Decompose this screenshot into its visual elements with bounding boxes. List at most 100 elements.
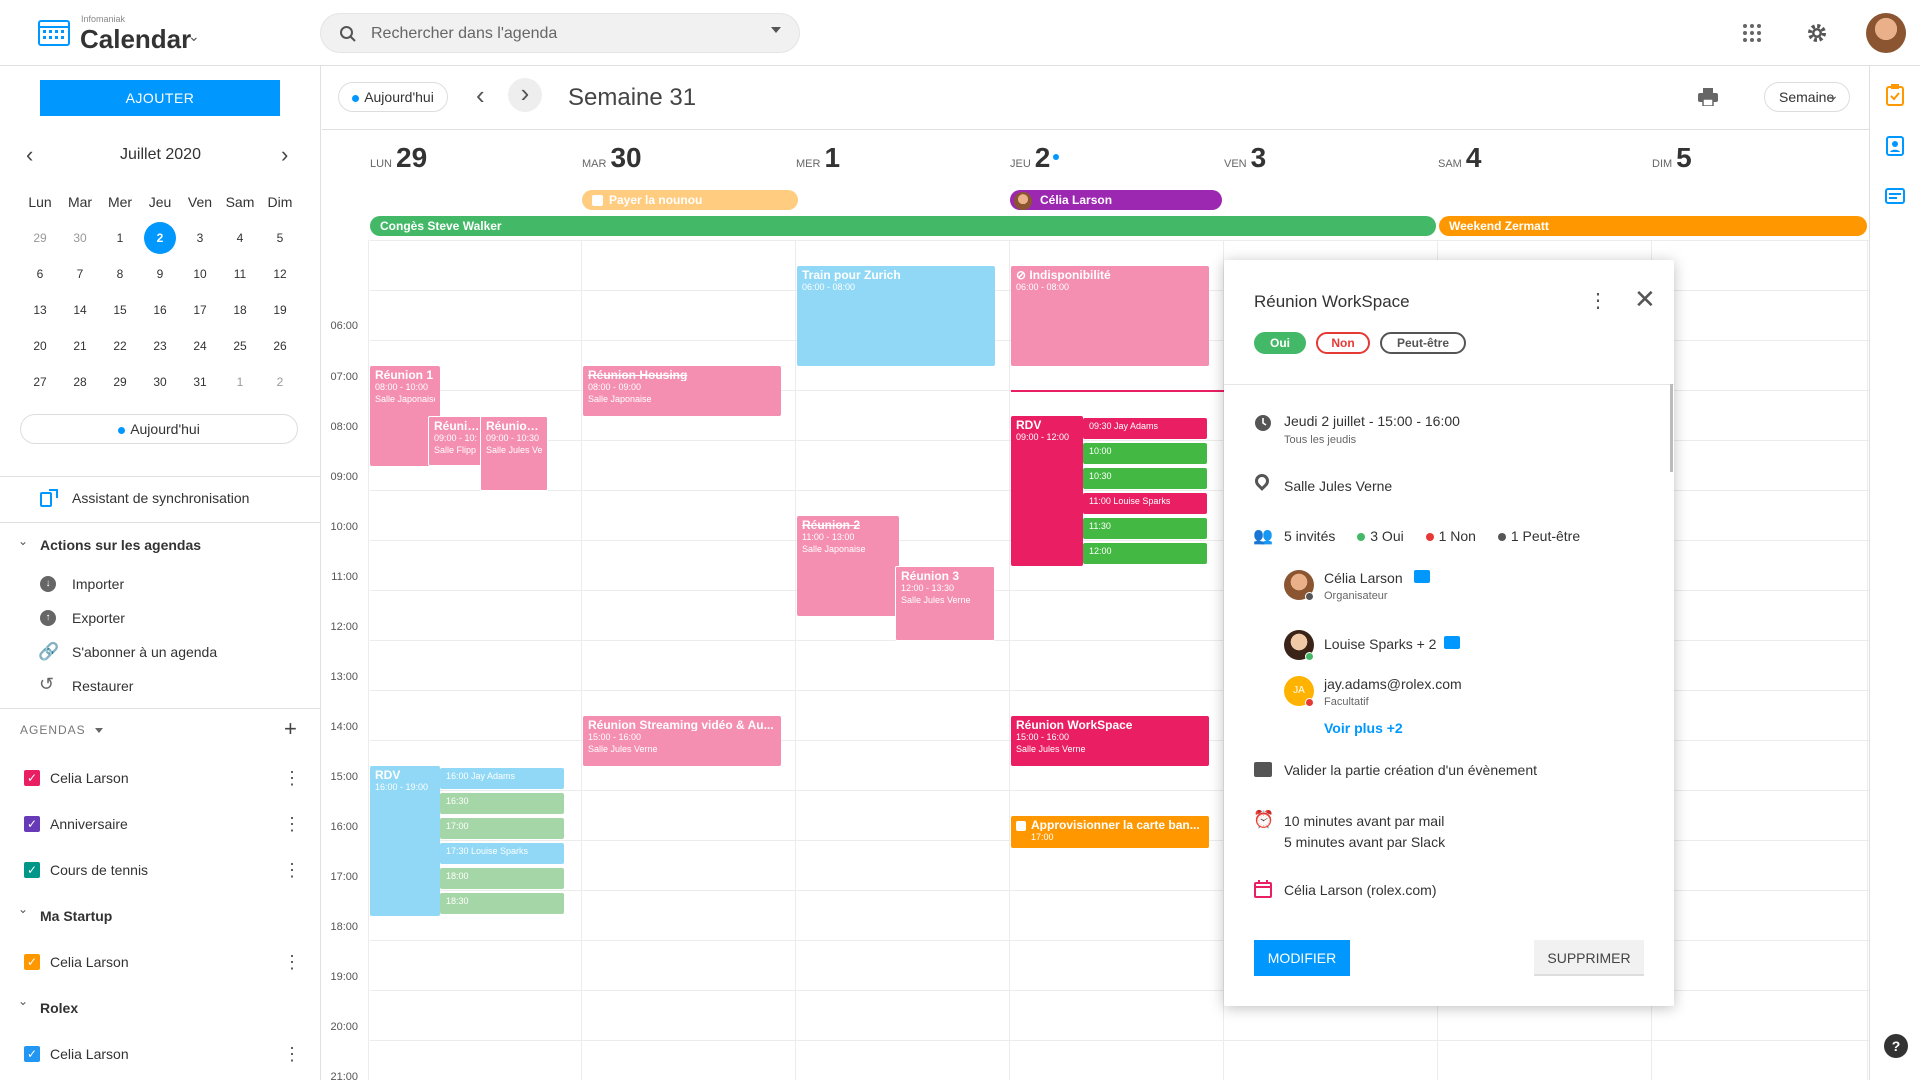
mini-day[interactable]: 26 [260,339,300,353]
mini-day[interactable]: 2 [260,375,300,389]
chat-icon[interactable] [1414,570,1430,583]
mini-day[interactable]: 23 [140,339,180,353]
mini-day[interactable]: 1 [220,375,260,389]
agenda-checkbox[interactable]: ✓ [24,1046,40,1062]
mini-day[interactable]: 12 [260,267,300,281]
event-block[interactable]: Réunion Housing 08:00 - 09:00 Salle Japo… [583,366,781,416]
event-slot[interactable]: 18:30 [440,893,564,914]
mini-day[interactable]: 16 [140,303,180,317]
event-slot[interactable]: 17:30 Louise Sparks [440,843,564,864]
mini-day[interactable]: 6 [20,267,60,281]
chevron-down-icon[interactable]: ⌄ [188,28,200,45]
allday-event[interactable]: Payer la nounou [582,190,798,210]
more-vert-icon[interactable]: ⋮ [282,1044,302,1064]
search-input[interactable]: Rechercher dans l'agenda [320,13,800,53]
group-title[interactable]: Ma Startup [40,908,112,924]
task-block[interactable]: Approvisionner la carte ban... 17:00 [1011,816,1209,848]
chat-icon[interactable] [1444,636,1460,649]
mini-day-today[interactable]: 2 [140,222,180,254]
export-action[interactable]: Exporter [72,610,125,626]
mini-day[interactable]: 30 [60,231,100,245]
mini-day[interactable]: 27 [20,375,60,389]
mini-day[interactable]: 10 [180,267,220,281]
agenda-checkbox[interactable]: ✓ [24,816,40,832]
mini-day[interactable]: 20 [20,339,60,353]
agendas-title[interactable]: AGENDAS [20,723,86,737]
dropdown-arrow-icon[interactable] [771,27,781,33]
more-vert-icon[interactable]: ⋮ [282,768,302,788]
allday-event[interactable]: Célia Larson [1010,190,1222,210]
more-vert-icon[interactable]: ⋮ [282,952,302,972]
event-block[interactable]: ⊘ Indisponibilité 06:00 - 08:00 [1011,266,1209,366]
mini-day[interactable]: 3 [180,231,220,245]
next-week-icon[interactable]: › [508,78,542,112]
agenda-item-label[interactable]: Celia Larson [50,954,129,970]
subscribe-action[interactable]: S'abonner à un agenda [72,644,217,660]
close-icon[interactable]: ✕ [1634,284,1656,315]
mini-day[interactable]: 1 [100,231,140,245]
add-event-button[interactable]: AJOUTER [40,80,280,116]
help-button[interactable]: ? [1884,1034,1908,1058]
event-slot[interactable]: 11:00 Louise Sparks [1083,493,1207,514]
tasks-icon[interactable] [1886,84,1904,106]
day-header[interactable]: LUN 29 [370,142,427,174]
agenda-checkbox[interactable]: ✓ [24,770,40,786]
day-header[interactable]: MAR 30 [582,142,642,174]
print-icon[interactable] [1698,88,1718,106]
event-block[interactable]: Réunion 3 09:00 - 10:30 Salle Jules Ve [480,416,548,491]
mini-day[interactable]: 24 [180,339,220,353]
mini-day[interactable]: 25 [220,339,260,353]
more-vert-icon[interactable]: ⋮ [1588,288,1608,313]
more-vert-icon[interactable]: ⋮ [282,860,302,880]
day-header[interactable]: VEN 3 [1224,142,1266,174]
prev-week-icon[interactable]: ‹ [476,80,485,111]
scrollbar[interactable] [1670,384,1673,472]
next-month-icon[interactable]: › [281,142,288,168]
user-avatar[interactable] [1866,13,1906,53]
event-block[interactable]: Réunion Streaming vidéo & Au... 15:00 - … [583,716,781,766]
event-slot[interactable]: 16:00 Jay Adams [440,768,564,789]
day-header[interactable]: SAM 4 [1438,142,1481,174]
event-block[interactable]: Réunion 09:00 - 10: Salle Flipp [428,416,486,466]
mini-day[interactable]: 30 [140,375,180,389]
mini-day[interactable]: 4 [220,231,260,245]
event-slot[interactable]: 17:00 [440,818,564,839]
delete-button[interactable]: SUPPRIMER [1534,940,1644,976]
mini-day[interactable]: 17 [180,303,220,317]
gear-icon[interactable] [1806,22,1828,44]
more-vert-icon[interactable]: ⋮ [282,814,302,834]
agenda-item-label[interactable]: Celia Larson [50,770,129,786]
mini-day[interactable]: 18 [220,303,260,317]
mini-day[interactable]: 31 [180,375,220,389]
chevron-down-icon[interactable]: ⌄ [18,534,28,548]
event-block[interactable]: RDV 16:00 - 19:00 [370,766,440,916]
event-slot[interactable]: 18:00 [440,868,564,889]
add-agenda-icon[interactable]: + [284,716,297,742]
mini-day[interactable]: 19 [260,303,300,317]
board-icon[interactable] [1885,188,1905,204]
chevron-down-icon[interactable]: ⌄ [18,902,28,916]
mini-day[interactable]: 29 [20,231,60,245]
day-header[interactable]: MER 1 [796,142,840,174]
event-block[interactable]: Réunion 3 12:00 - 13:30 Salle Jules Vern… [895,566,995,641]
see-more-link[interactable]: Voir plus +2 [1324,720,1403,736]
restore-action[interactable]: Restaurer [72,678,133,694]
allday-event[interactable]: Congès Steve Walker [370,216,1436,236]
event-slot[interactable]: 09:30 Jay Adams [1083,418,1207,439]
import-action[interactable]: Importer [72,576,124,592]
agenda-checkbox[interactable]: ✓ [24,862,40,878]
mini-day[interactable]: 22 [100,339,140,353]
agenda-item-label[interactable]: Anniversaire [50,816,128,832]
mini-day[interactable]: 9 [140,267,180,281]
event-slot[interactable]: 10:00 [1083,443,1207,464]
sync-assistant-link[interactable]: Assistant de synchronisation [72,490,249,506]
today-button[interactable]: Aujourd'hui [20,414,298,444]
event-slot[interactable]: 11:30 [1083,518,1207,539]
mini-day[interactable]: 5 [260,231,300,245]
edit-button[interactable]: MODIFIER [1254,940,1350,976]
event-slot[interactable]: 10:30 [1083,468,1207,489]
day-header[interactable]: DIM 5 [1652,142,1692,174]
event-block[interactable]: Réunion 2 11:00 - 13:00 Salle Japonaise [797,516,899,616]
event-block-selected[interactable]: Réunion WorkSpace 15:00 - 16:00 Salle Ju… [1011,716,1209,766]
allday-event[interactable]: Weekend Zermatt [1439,216,1867,236]
